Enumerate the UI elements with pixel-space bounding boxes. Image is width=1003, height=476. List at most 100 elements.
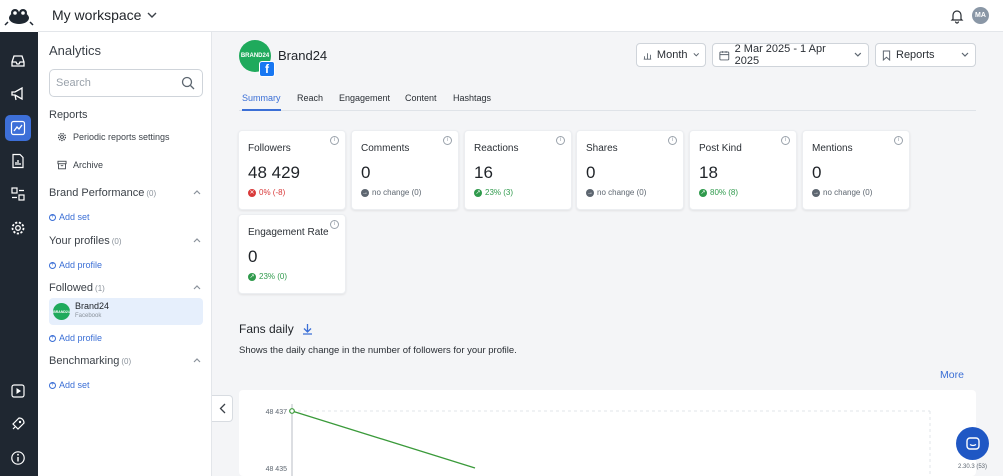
megaphone-icon[interactable] <box>5 81 31 107</box>
plus-icon: + <box>49 334 56 342</box>
metric-title: Followers <box>248 143 291 154</box>
chevron-up-icon[interactable] <box>193 237 201 243</box>
search-input[interactable] <box>56 70 176 96</box>
plus-icon: + <box>49 261 56 269</box>
nav-rail <box>0 32 38 476</box>
y-tick-label: 48 435 <box>266 466 288 473</box>
info-icon[interactable]: i <box>781 136 790 145</box>
metric-value: 48 429 <box>248 163 300 182</box>
calendar-icon <box>719 50 730 60</box>
your-profiles-section[interactable]: Your profiles (0) <box>49 235 203 247</box>
profile-network: Facebook <box>75 313 102 319</box>
add-benchmark-set-button[interactable]: + Add set <box>49 380 90 390</box>
data-point[interactable] <box>289 408 295 414</box>
brand-performance-section[interactable]: Brand Performance (0) <box>49 187 203 199</box>
y-tick-label: 48 437 <box>266 409 288 416</box>
chat-button[interactable] <box>956 427 989 460</box>
trend-up-icon: ↗ <box>474 188 482 197</box>
chevron-up-icon[interactable] <box>193 357 201 363</box>
tab-hashtags[interactable]: Hashtags <box>453 93 491 111</box>
add-followed-profile-button[interactable]: + Add profile <box>49 333 102 343</box>
info-icon[interactable]: i <box>330 220 339 229</box>
tab-bar: Summary Reach Engagement Content Hashtag… <box>239 87 976 111</box>
trend-down-icon: ✕ <box>248 188 256 197</box>
inbox-icon[interactable] <box>5 48 31 74</box>
period-select[interactable]: Month <box>636 43 706 67</box>
tab-engagement[interactable]: Engagement <box>339 93 390 111</box>
series-line <box>291 410 476 469</box>
search-icon[interactable] <box>181 76 195 90</box>
metric-change: ↗ 80% (8) <box>699 188 738 197</box>
chevron-down-icon <box>692 53 699 57</box>
metric-card-post-kind: Post Kind i 18 ↗ 80% (8) <box>689 130 797 210</box>
followed-profile-brand24[interactable]: BRAND24 Brand24 Facebook <box>49 298 203 325</box>
plus-icon: + <box>49 213 56 221</box>
app-version: 2.30.3 (53) <box>958 464 988 470</box>
workspace-name: My workspace <box>52 7 142 23</box>
chevron-down-icon <box>854 52 862 57</box>
metric-value: 0 <box>248 247 258 266</box>
metric-change: → no change (0) <box>812 188 872 197</box>
more-link[interactable]: More <box>940 369 964 381</box>
metric-value: 0 <box>361 163 371 182</box>
metric-change-text: 80% (8) <box>710 188 739 197</box>
trend-up-icon: ↗ <box>248 272 256 281</box>
reports-dropdown[interactable]: Reports <box>875 43 976 67</box>
add-profile-button[interactable]: + Add profile <box>49 260 102 270</box>
trend-flat-icon: → <box>361 188 369 197</box>
app-logo-icon[interactable] <box>0 0 38 32</box>
play-icon[interactable] <box>5 378 31 404</box>
metric-card-engagement-rate: Engagement Rate i 0 ↗ 23% (0) <box>238 214 346 294</box>
trend-up-icon: ↗ <box>699 188 707 197</box>
integrations-icon[interactable] <box>5 181 31 207</box>
reports-section[interactable]: Reports <box>49 109 203 121</box>
metric-change-text: 0% (-8) <box>259 188 286 197</box>
facebook-icon: f <box>259 61 275 77</box>
metric-title: Shares <box>586 143 618 154</box>
tab-summary[interactable]: Summary <box>242 93 281 111</box>
chevron-up-icon[interactable] <box>193 284 201 290</box>
download-icon[interactable] <box>302 323 313 335</box>
chat-icon <box>965 436 980 450</box>
analytics-sidebar: Analytics Reports Periodic reports setti… <box>38 32 212 476</box>
analytics-icon[interactable] <box>5 115 31 141</box>
add-set-button[interactable]: + Add set <box>49 212 90 222</box>
top-bar: My workspace MA <box>0 0 1003 32</box>
sidebar-title: Analytics <box>49 43 102 58</box>
info-icon[interactable] <box>5 445 31 471</box>
info-icon[interactable]: i <box>894 136 903 145</box>
followed-section[interactable]: Followed (1) <box>49 282 203 294</box>
chevron-up-icon[interactable] <box>193 189 201 195</box>
archive-item[interactable]: Archive <box>57 160 103 170</box>
gear-icon[interactable] <box>5 215 31 241</box>
metric-value: 0 <box>586 163 596 182</box>
user-avatar[interactable]: MA <box>972 7 989 24</box>
info-icon[interactable]: i <box>443 136 452 145</box>
info-icon[interactable]: i <box>330 136 339 145</box>
periodic-reports-settings[interactable]: Periodic reports settings <box>57 132 170 142</box>
metric-change-text: no change (0) <box>597 188 647 197</box>
info-icon[interactable]: i <box>556 136 565 145</box>
date-range-picker[interactable]: 2 Mar 2025 - 1 Apr 2025 <box>712 43 869 67</box>
chevron-down-icon <box>961 52 969 57</box>
search-box <box>49 69 203 97</box>
fans-daily-heading: Fans daily <box>239 322 313 336</box>
tab-content[interactable]: Content <box>405 93 437 111</box>
bell-icon[interactable] <box>949 8 965 24</box>
metric-title: Mentions <box>812 143 853 154</box>
tab-reach[interactable]: Reach <box>297 93 323 111</box>
benchmarking-section[interactable]: Benchmarking (0) <box>49 355 203 367</box>
line-chart: 48 437 48 435 <box>266 404 931 476</box>
info-icon[interactable]: i <box>668 136 677 145</box>
rocket-icon[interactable] <box>5 411 31 437</box>
metric-card-shares: Shares i 0 → no change (0) <box>576 130 684 210</box>
bookmark-icon <box>882 50 891 61</box>
workspace-selector[interactable]: My workspace <box>52 7 157 23</box>
metric-value: 0 <box>812 163 822 182</box>
metric-change-text: no change (0) <box>372 188 422 197</box>
metric-value: 18 <box>699 163 718 182</box>
metric-change: ↗ 23% (0) <box>248 272 287 281</box>
metric-title: Reactions <box>474 143 519 154</box>
report-icon[interactable] <box>5 148 31 174</box>
trend-flat-icon: → <box>812 188 820 197</box>
